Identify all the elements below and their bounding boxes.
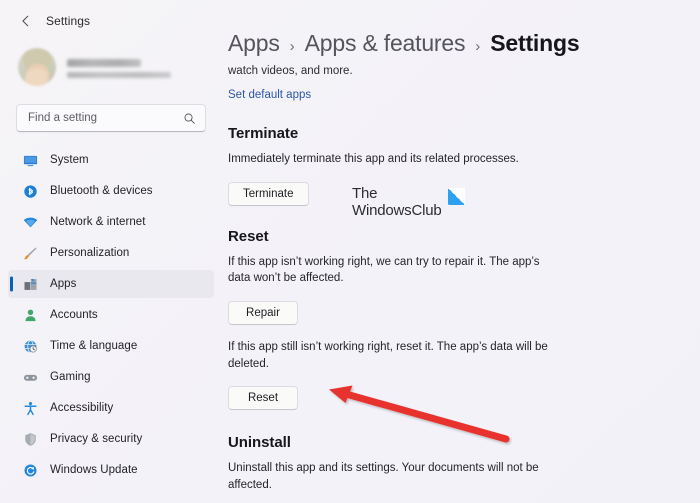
settings-window: Settings Find a setting System Bluetooth… [0,0,700,503]
section-heading: Uninstall [228,434,291,452]
sidebar-item-label: Accounts [50,309,98,321]
section-heading: Terminate [228,125,299,142]
section-reset: Reset If this app isn’t working right, w… [228,228,674,411]
sidebar-item-label: Time & language [50,340,138,352]
sidebar-item-label: Privacy & security [50,433,143,445]
section-uninstall: Uninstall Uninstall this app and its set… [228,434,674,503]
sidebar-item-bluetooth-devices[interactable]: Bluetooth & devices [8,177,214,205]
titlebar: Settings [0,6,222,36]
profile-name [67,58,141,67]
search-box[interactable] [16,104,206,132]
sidebar-item-label: System [50,154,89,166]
sidebar-item-label: Personalization [50,247,130,259]
globe-clock-icon [22,338,38,354]
sidebar-item-label: Network & internet [50,216,146,228]
main-content: Apps › Apps & features › Settings watch … [222,0,700,503]
sidebar-item-windows-update[interactable]: Windows Update [8,456,214,484]
sidebar-item-gaming[interactable]: Gaming [8,363,214,391]
repair-button[interactable]: Repair [228,301,298,326]
shield-icon [22,431,38,447]
search-input[interactable] [28,112,183,124]
breadcrumb-item-apps[interactable]: Apps [228,30,280,57]
terminate-button[interactable]: Terminate [228,181,309,206]
wifi-icon [22,214,38,230]
breadcrumb-item-settings: Settings [490,30,580,56]
avatar [18,48,56,86]
accessibility-icon [22,400,38,416]
apps-icon [22,276,38,292]
section-description: Immediately terminate this app and its r… [228,153,519,165]
back-arrow-icon[interactable] [18,13,34,29]
breadcrumb-separator: › [475,38,481,55]
breadcrumb-item-apps-features[interactable]: Apps & features [305,30,466,57]
clipped-description: watch videos, and more. [228,65,353,77]
update-icon [22,462,38,478]
reset-button[interactable]: Reset [228,386,298,411]
sidebar: Settings Find a setting System Bluetooth… [0,0,222,503]
sidebar-item-accessibility[interactable]: Accessibility [8,394,214,422]
paintbrush-icon [22,245,38,261]
sidebar-item-label: Gaming [50,371,91,383]
section-terminate: Terminate Immediately terminate this app… [228,125,674,206]
sidebar-item-label: Bluetooth & devices [50,185,153,197]
app-title: Settings [46,14,91,28]
search-container [0,88,222,132]
person-icon [22,307,38,323]
breadcrumb-separator: › [289,38,295,55]
sidebar-item-label: Accessibility [50,402,114,414]
sidebar-item-personalization[interactable]: Personalization [8,239,214,267]
sidebar-item-label: Apps [50,278,77,290]
set-default-apps-link[interactable]: Set default apps [228,89,311,101]
sidebar-item-time-language[interactable]: Time & language [8,332,214,360]
sidebar-item-system[interactable]: System [8,146,214,174]
section-description: Uninstall this app and its settings. You… [228,462,539,492]
sidebar-item-label: Windows Update [50,464,138,476]
sidebar-nav: System Bluetooth & devices Network & int… [0,146,222,484]
sidebar-item-accounts[interactable]: Accounts [8,301,214,329]
sidebar-item-network-internet[interactable]: Network & internet [8,208,214,236]
bluetooth-icon [22,183,38,199]
section-heading: Reset [228,227,269,245]
gamepad-icon [22,369,38,385]
profile-text [67,57,171,78]
section-description-secondary: If this app still isn’t working right, r… [228,341,548,370]
profile-email [67,71,171,78]
search-icon[interactable] [183,112,196,125]
sidebar-item-privacy-security[interactable]: Privacy & security [8,425,214,453]
monitor-icon [22,152,38,168]
breadcrumb: Apps › Apps & features › Settings [228,30,674,57]
section-description: If this app isn’t working right, we can … [228,255,540,285]
profile-card[interactable] [0,36,222,88]
sidebar-item-apps[interactable]: Apps [8,270,214,298]
